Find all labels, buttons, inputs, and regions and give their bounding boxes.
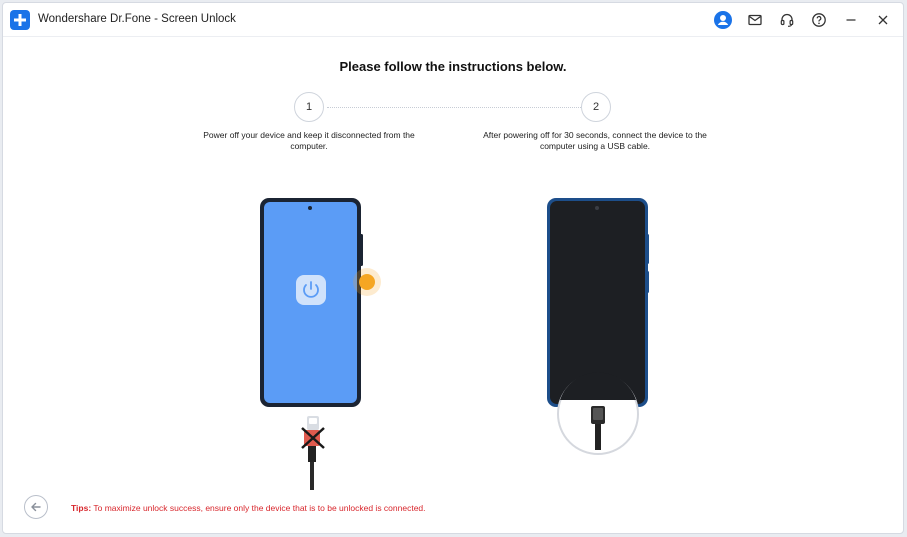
- close-icon[interactable]: [873, 10, 893, 30]
- power-icon: [296, 275, 326, 305]
- step-1-indicator: 1: [294, 92, 324, 122]
- mail-icon[interactable]: [745, 10, 765, 30]
- back-button[interactable]: [24, 495, 48, 519]
- phone-connect-usb-illustration: [547, 198, 649, 455]
- window-title: Wondershare Dr.Fone - Screen Unlock: [38, 13, 236, 25]
- app-window: Wondershare Dr.Fone - Screen Unlock Plea…: [2, 2, 904, 534]
- step-1-text: Power off your device and keep it discon…: [203, 130, 415, 151]
- instructions-heading: Please follow the instructions below.: [339, 59, 567, 74]
- step-connector: [327, 107, 581, 108]
- step-2-text: After powering off for 30 seconds, conne…: [483, 130, 707, 151]
- disconnected-cable-icon: [301, 416, 325, 490]
- tips-text: Tips: To maximize unlock success, ensure…: [71, 503, 426, 513]
- step-2-indicator: 2: [581, 92, 611, 122]
- headset-icon[interactable]: [777, 10, 797, 30]
- arrow-left-icon: [31, 502, 41, 512]
- drfone-logo-icon: [10, 10, 30, 30]
- phone-power-off-illustration: [260, 198, 381, 490]
- tips-label: Tips:: [71, 503, 92, 513]
- usb-port-zoom-icon: [557, 372, 639, 455]
- account-icon[interactable]: [713, 10, 733, 30]
- help-icon[interactable]: [809, 10, 829, 30]
- minimize-icon[interactable]: [841, 10, 861, 30]
- titlebar-actions: [713, 10, 893, 30]
- step-number: 1: [305, 101, 313, 113]
- title-bar: Wondershare Dr.Fone - Screen Unlock: [3, 3, 903, 37]
- step-number: 2: [592, 101, 600, 113]
- tips-message: To maximize unlock success, ensure only …: [91, 503, 426, 513]
